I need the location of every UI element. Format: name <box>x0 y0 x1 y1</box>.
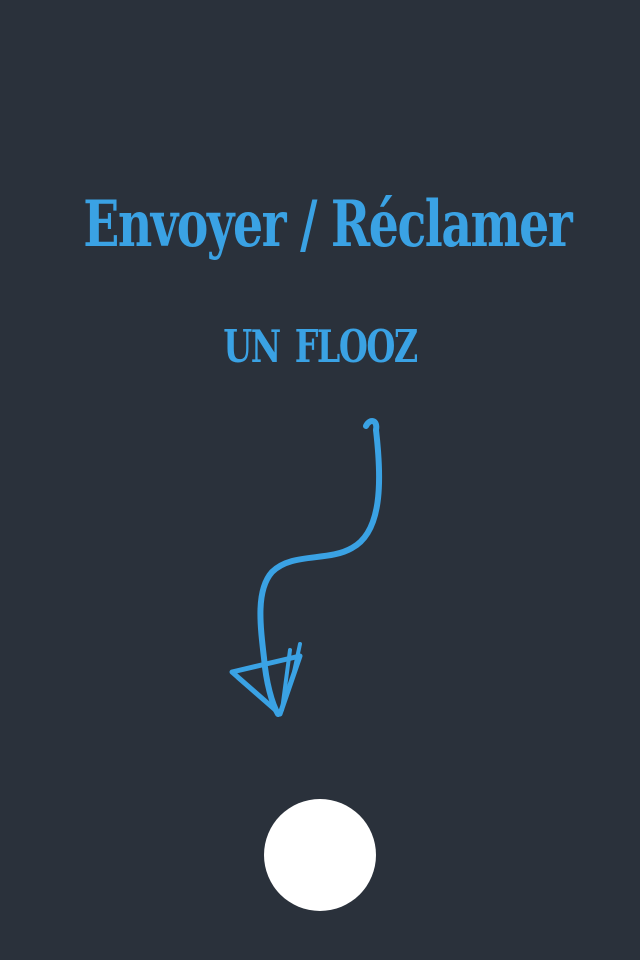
hand-drawn-down-arrow-icon <box>220 412 400 732</box>
tutorial-title-line-2: un flooz <box>223 303 418 378</box>
tutorial-screen: Envoyer / Réclamer un flooz <box>0 0 640 960</box>
circle-button[interactable] <box>264 799 376 911</box>
tutorial-title-line-1: Envoyer / Réclamer <box>83 187 573 262</box>
